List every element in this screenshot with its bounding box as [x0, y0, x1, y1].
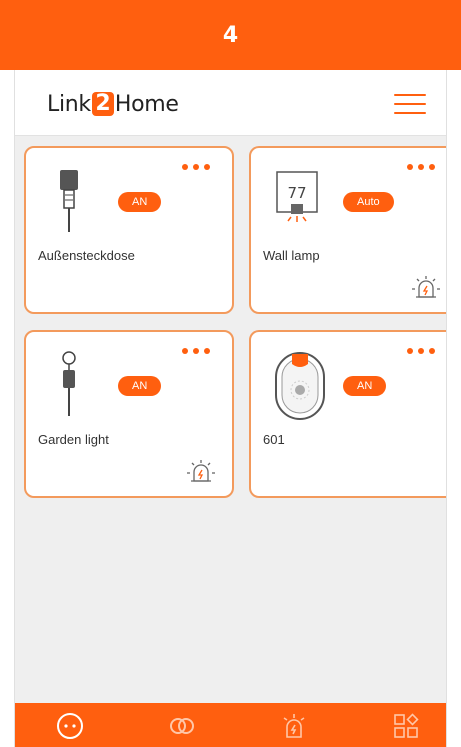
device-card-wall-lamp[interactable]: 77 Auto Wall lamp — [249, 146, 446, 314]
bottom-navigation-bar — [15, 703, 446, 747]
step-number: 4 — [222, 22, 239, 48]
app-screen: Link 2 Home AN Außensteckdose 77 Auto Wa… — [14, 70, 447, 747]
outdoor-socket-icon — [60, 170, 78, 232]
logo-number: 2 — [91, 92, 114, 116]
more-options-icon[interactable] — [180, 162, 214, 172]
apps-grid-icon[interactable] — [391, 711, 421, 741]
wall-lamp-icon: 77 — [276, 171, 318, 222]
device-state-toggle[interactable]: AN — [118, 192, 162, 212]
more-options-icon[interactable] — [405, 162, 439, 172]
app-header: Link 2 Home — [15, 70, 446, 136]
device-name: Wall lamp — [263, 248, 320, 263]
sensor-device-icon — [275, 352, 325, 420]
alarm-light-icon[interactable] — [279, 711, 309, 741]
logo-text-right: Home — [114, 91, 179, 117]
garden-light-icon — [62, 351, 76, 416]
device-card-aussensteckdose[interactable]: AN Außensteckdose — [24, 146, 234, 314]
hamburger-menu-icon[interactable] — [394, 92, 426, 116]
device-state-toggle[interactable]: Auto — [343, 192, 394, 212]
device-state-toggle[interactable]: AN — [118, 376, 162, 396]
more-options-icon[interactable] — [405, 346, 439, 356]
device-card-601[interactable]: AN 601 — [249, 330, 446, 498]
alarm-light-icon[interactable] — [186, 458, 216, 484]
link-rings-icon[interactable] — [167, 711, 197, 741]
device-name: 601 — [263, 432, 285, 447]
device-state-toggle[interactable]: AN — [343, 376, 387, 396]
app-logo: Link 2 Home — [47, 91, 179, 117]
step-number-banner: 4 — [0, 0, 461, 70]
home-dots-icon[interactable] — [55, 711, 85, 741]
wall-lamp-icon-text: 77 — [287, 184, 306, 202]
device-name: Außensteckdose — [38, 248, 135, 263]
device-card-garden-light[interactable]: AN Garden light — [24, 330, 234, 498]
device-name: Garden light — [38, 432, 109, 447]
logo-text-left: Link — [47, 91, 91, 117]
more-options-icon[interactable] — [180, 346, 214, 356]
alarm-light-icon[interactable] — [411, 274, 441, 300]
